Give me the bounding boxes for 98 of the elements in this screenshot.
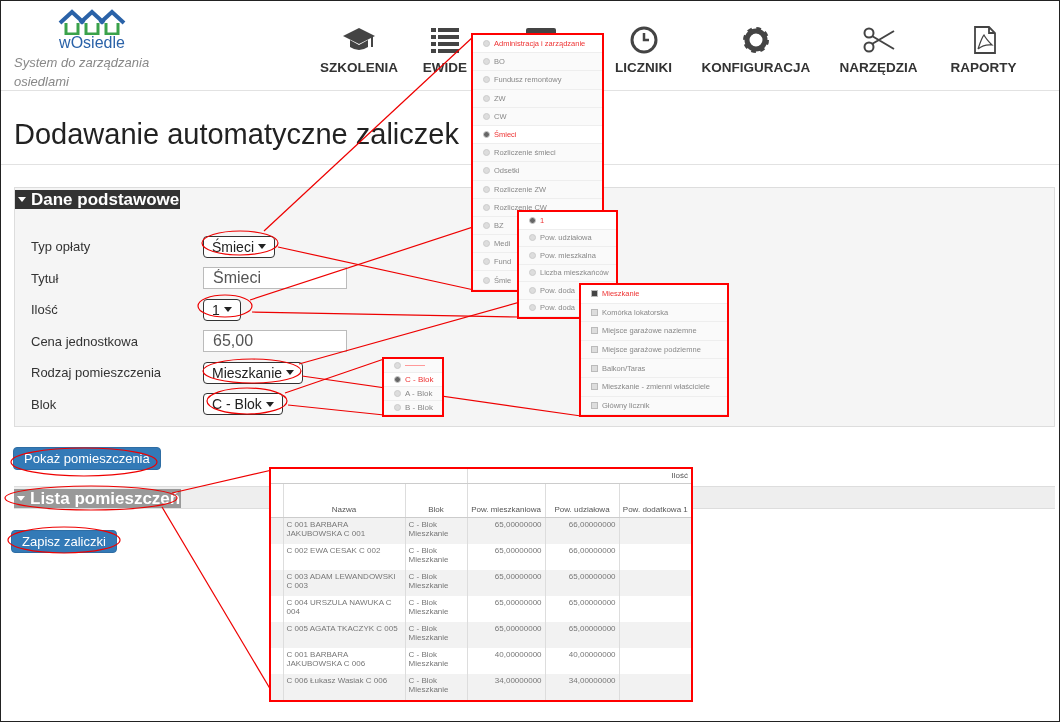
radio-button[interactable] xyxy=(394,404,401,411)
column-header: Nazwa xyxy=(283,483,405,517)
radio-button[interactable] xyxy=(483,203,490,211)
nav-link[interactable]: RAPORTY xyxy=(936,25,1031,90)
radio-button[interactable] xyxy=(394,362,401,369)
table-cell: 65,00000000 xyxy=(467,543,546,570)
radio-button[interactable] xyxy=(483,76,490,84)
field-label: Typ opłaty xyxy=(31,239,91,255)
field-label: Rodzaj pomieszczenia xyxy=(31,365,162,381)
table-cell: C - Blok Mieszkanie xyxy=(405,673,468,700)
radio-button[interactable] xyxy=(529,234,536,242)
radio-button[interactable] xyxy=(529,251,536,259)
table-cell: C - Blok Mieszkanie xyxy=(405,543,468,570)
checkbox[interactable] xyxy=(591,290,598,298)
radio-button[interactable] xyxy=(394,376,401,383)
table-cell: C 004 URSZULA NAWUKA C 004 xyxy=(283,595,405,622)
empty-option-line xyxy=(405,365,425,366)
radio-button[interactable] xyxy=(483,221,490,229)
table-cell: C - Blok Mieszkanie xyxy=(405,517,468,544)
save-button[interactable]: Zapisz zaliczki xyxy=(11,530,117,553)
caret-icon xyxy=(286,370,295,376)
scissors-icon xyxy=(861,25,896,55)
checkbox[interactable] xyxy=(591,308,598,316)
radio-button[interactable] xyxy=(483,258,490,266)
radio-button[interactable] xyxy=(529,304,536,312)
dropdown[interactable]: 1 xyxy=(203,298,241,321)
nav-link[interactable]: SZKOLENIA xyxy=(314,25,404,90)
field-label: Blok xyxy=(31,396,57,412)
group-header: Ilość xyxy=(467,469,692,483)
table-cell: 40,00000000 xyxy=(467,647,546,674)
checkbox[interactable] xyxy=(591,346,598,354)
table-cell: 65,00000000 xyxy=(545,621,620,648)
dropdown[interactable]: C - Blok xyxy=(203,393,283,416)
text-field[interactable]: Śmieci xyxy=(203,267,347,290)
caret-icon xyxy=(265,401,274,407)
column-header: Blok xyxy=(405,483,468,517)
highlight-ellipse xyxy=(197,294,253,318)
table-cell: 65,00000000 xyxy=(545,569,620,596)
column-header: Pow. mieszkaniowa xyxy=(467,483,546,517)
checkbox[interactable] xyxy=(591,401,598,409)
table-cell: 65,00000000 xyxy=(467,595,546,622)
nav-link[interactable]: KONFIGURACJA xyxy=(691,25,821,90)
radio-button[interactable] xyxy=(483,185,490,193)
table-cell: C 006 Łukasz Wasiak C 006 xyxy=(283,673,405,700)
list-icon xyxy=(428,25,462,55)
caret-icon xyxy=(223,307,232,313)
show-rooms-button[interactable]: Pokaż pomieszczenia xyxy=(13,447,161,470)
table-cell: 65,00000000 xyxy=(467,517,546,544)
table-cell: 34,00000000 xyxy=(467,673,546,700)
table-cell: C - Blok Mieszkanie xyxy=(405,569,468,596)
table-cell: C - Blok Mieszkanie xyxy=(405,647,468,674)
table-cell: 66,00000000 xyxy=(545,517,620,544)
checkbox[interactable] xyxy=(591,383,598,391)
field-label: Tytuł xyxy=(31,270,59,286)
radio-button[interactable] xyxy=(483,149,490,157)
field-label: Ilość xyxy=(31,302,58,318)
checkbox[interactable] xyxy=(591,327,598,335)
radio-button[interactable] xyxy=(483,40,490,48)
checkbox[interactable] xyxy=(591,364,598,372)
table-cell: 40,00000000 xyxy=(545,647,620,674)
radio-button[interactable] xyxy=(483,276,490,284)
dropdown[interactable]: Śmieci xyxy=(203,235,275,258)
section-header[interactable]: Dane podstawowe xyxy=(15,190,181,209)
logo-text: wOsiedle xyxy=(59,35,125,51)
table-cell: C - Blok Mieszkanie xyxy=(405,621,468,648)
radio-button[interactable] xyxy=(529,269,536,277)
dropdown[interactable]: Mieszkanie xyxy=(203,361,304,384)
radio-button[interactable] xyxy=(483,240,490,248)
table-cell: C 002 EWA CESAK C 002 xyxy=(283,543,405,570)
radio-button[interactable] xyxy=(483,167,490,175)
table-cell: C 005 AGATA TKACZYK C 005 xyxy=(283,621,405,648)
radio-button[interactable] xyxy=(483,58,490,66)
tagline: System do zarządzania osiedlami xyxy=(14,54,151,91)
radio-button[interactable] xyxy=(529,286,536,294)
caret-icon xyxy=(258,244,266,250)
table-cell: 65,00000000 xyxy=(467,621,546,648)
text-field[interactable]: 65,00 xyxy=(203,330,347,353)
radio-button[interactable] xyxy=(483,131,490,139)
option-item[interactable]: A - Blok xyxy=(384,387,442,401)
column-header: Pow. dodatkowa 1 xyxy=(619,483,692,517)
option-item[interactable]: C - Blok xyxy=(384,373,442,387)
table-cell: 65,00000000 xyxy=(467,569,546,596)
nav-link[interactable]: NARZĘDZIA xyxy=(821,25,936,90)
column-header: Pow. udziałowa xyxy=(545,483,620,517)
table-cell: C 001 BARBARA JAKUBOWSKA C 001 xyxy=(283,517,405,544)
radio-button[interactable] xyxy=(394,390,401,397)
table-cell: C 003 ADAM LEWANDOWSKI C 003 xyxy=(283,569,405,596)
table-cell: 65,00000000 xyxy=(545,595,620,622)
field-label: Cena jednostkowa xyxy=(31,333,138,349)
table-cell: 34,00000000 xyxy=(545,673,620,700)
option-item[interactable]: B - Blok xyxy=(384,401,442,415)
radio-button[interactable] xyxy=(483,112,490,120)
table-cell: C 001 BARBARA JAKUBOWSKA C 006 xyxy=(283,647,405,674)
houses-logo-icon xyxy=(58,9,126,35)
radio-button[interactable] xyxy=(483,94,490,102)
radio-button[interactable] xyxy=(529,216,536,224)
table-cell: 66,00000000 xyxy=(545,543,620,570)
table-cell: C - Blok Mieszkanie xyxy=(405,595,468,622)
